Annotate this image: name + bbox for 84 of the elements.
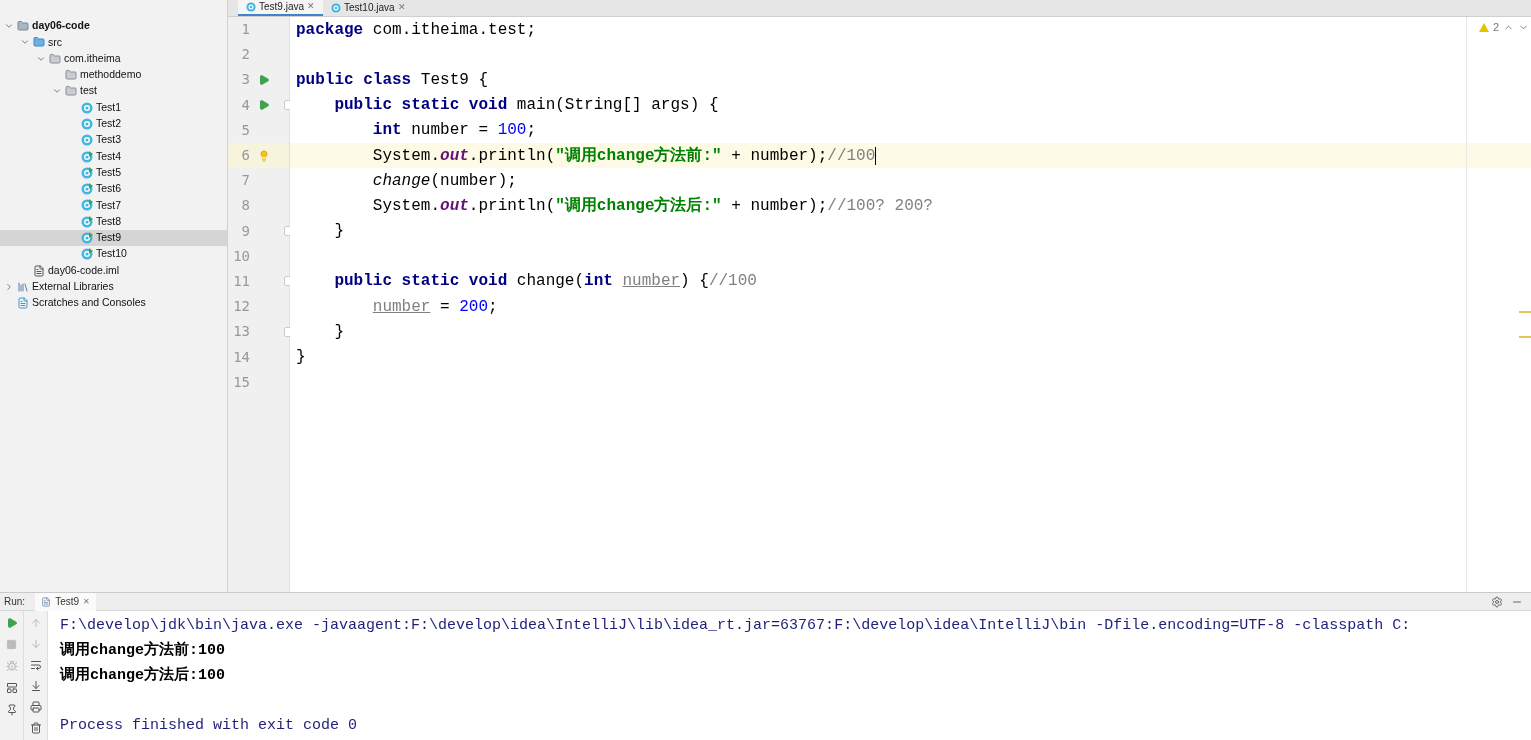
settings-icon[interactable] [1491, 595, 1503, 608]
line-number: 14 [232, 347, 250, 367]
close-icon[interactable]: ✕ [397, 0, 406, 15]
code-line: package com.itheima.test; [296, 19, 537, 41]
tree-item[interactable]: Scratches and Consoles [0, 295, 227, 312]
line-number: 9 [240, 221, 250, 241]
run-icon[interactable] [258, 99, 270, 112]
line-number: 5 [240, 120, 250, 140]
print-icon[interactable] [29, 701, 42, 713]
line-number: 15 [232, 372, 250, 392]
close-icon[interactable]: ✕ [83, 595, 91, 608]
tree-item[interactable]: day06-code [0, 18, 227, 35]
tree-item[interactable]: Test7 [0, 197, 227, 214]
rerun-icon[interactable] [5, 617, 18, 629]
pin-icon[interactable] [5, 704, 18, 716]
code-line: } [296, 347, 306, 369]
code-line: } [333, 321, 344, 343]
console-icon [41, 596, 52, 607]
tree-item[interactable]: Test6 [0, 180, 227, 198]
line-number: 8 [240, 196, 250, 216]
tree-item[interactable]: test [0, 83, 227, 100]
line-number: 11 [232, 271, 250, 291]
console-line: 调用change方法后:100 [60, 665, 225, 687]
editor-tab[interactable]: Test10.java ✕ [323, 0, 414, 16]
package-folder-icon [65, 85, 77, 98]
console-line: 调用change方法前:100 [60, 640, 225, 662]
class-icon [246, 1, 256, 12]
tree-item[interactable]: External Libraries [0, 278, 227, 296]
lightbulb-icon[interactable] [258, 149, 270, 162]
line-number: 12 [232, 297, 250, 317]
code-line: public static void main(String[] args) { [333, 95, 719, 117]
line-number: 2 [240, 45, 250, 65]
warning-icon [1478, 22, 1489, 32]
code-line: System.out.println("调用change方法前:" + number);//100 [371, 145, 876, 167]
console-line: F:\develop\jdk\bin\java.exe -javaagent:F:\develop\idea\IntelliJ\lib\idea_rt.jar=63767:F:\develop\idea\IntelliJ\bin -Dfile.encoding=UTF-8 -classpath C: [60, 616, 1411, 637]
tree-item[interactable]: Test9 [0, 229, 227, 247]
down-arrow-icon[interactable] [29, 638, 42, 650]
warning-indicator[interactable]: 2 [1478, 19, 1529, 36]
tree-item[interactable]: day06-code.iml [0, 262, 227, 279]
tree-item[interactable]: methoddemo [0, 66, 227, 84]
tree-item[interactable]: Test4 [0, 148, 227, 165]
package-folder-icon [49, 52, 61, 65]
line-number: 13 [232, 322, 250, 342]
tree-item[interactable]: Test10 [0, 246, 227, 263]
code-line: change(number); [371, 170, 517, 192]
line-number: 1 [240, 20, 250, 40]
line-number: 3 [240, 70, 250, 90]
file-icon [33, 264, 45, 277]
tree-item[interactable]: Test1 [0, 99, 227, 116]
console-line: Process finished with exit code 0 [60, 716, 358, 737]
editor-tab[interactable]: Test9.java ✕ [238, 0, 324, 16]
layout-icon[interactable] [5, 682, 18, 694]
code-line: number = 200; [371, 296, 498, 318]
close-icon[interactable]: ✕ [307, 0, 316, 14]
line-number: 6 [240, 146, 250, 166]
module-folder-icon [17, 20, 29, 33]
run-label: Run: [4, 595, 26, 609]
run-icon[interactable] [258, 73, 270, 86]
run-tab[interactable]: Test9 ✕ [35, 592, 97, 611]
line-number: 7 [240, 171, 250, 191]
line-number: 4 [240, 95, 250, 115]
class-icon [331, 2, 342, 13]
code-line: public class Test9 { [296, 69, 489, 91]
tree-item[interactable]: Test5 [0, 164, 227, 181]
code-line: public static void change(int number) {//100 [333, 271, 757, 293]
package-folder-icon [65, 69, 77, 82]
code-line: int number = 100; [371, 120, 537, 142]
code-line: System.out.println("调用change方法后:" + number);//100? 200? [371, 195, 933, 217]
scratch-icon [17, 297, 29, 310]
up-arrow-icon[interactable] [29, 617, 42, 629]
bug-icon[interactable] [5, 660, 18, 672]
tree-item[interactable]: Test2 [0, 115, 227, 133]
tree-item[interactable]: Test8 [0, 213, 227, 230]
stop-icon[interactable] [6, 639, 17, 650]
code-line: } [333, 221, 344, 243]
library-icon [17, 280, 29, 293]
line-number: 10 [232, 246, 250, 266]
tree-item[interactable]: Test3 [0, 132, 227, 149]
source-folder-icon [33, 36, 45, 49]
trash-icon[interactable] [29, 722, 42, 734]
tree-item[interactable]: src [0, 34, 227, 51]
scroll-to-end-icon[interactable] [29, 680, 42, 692]
soft-wrap-icon[interactable] [29, 659, 42, 671]
tree-item[interactable]: com.itheima [0, 50, 227, 67]
